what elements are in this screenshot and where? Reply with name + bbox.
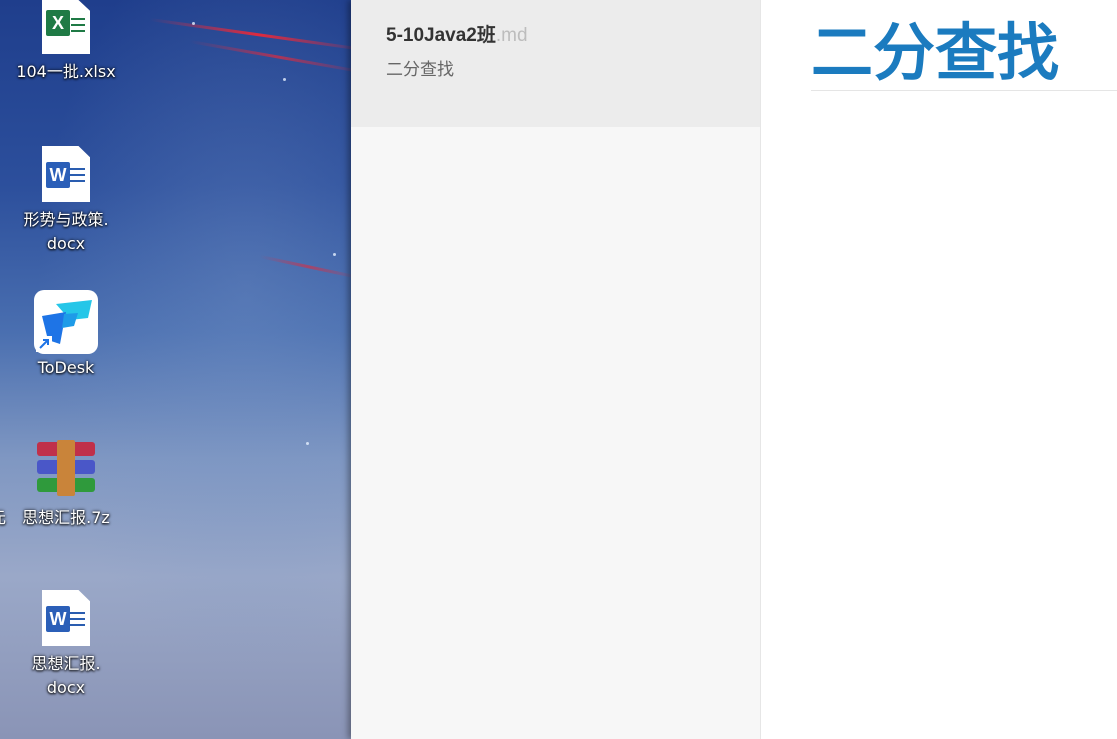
file-name-text: 5-10Java2班: [386, 25, 496, 46]
wallpaper-streak: [149, 18, 351, 52]
desktop-icon-excel-file[interactable]: X 104一批.xlsx: [11, 0, 121, 84]
file-name: 5-10Java2班.md: [386, 20, 760, 47]
desktop-icon-label: 思想汇报.7z: [22, 508, 110, 527]
wallpaper-sparkle: [306, 442, 309, 445]
wallpaper-sparkle: [283, 78, 286, 81]
wallpaper-sparkle: [192, 22, 195, 25]
desktop-icon-label: 思想汇报. docx: [31, 654, 101, 697]
word-file-icon: W: [42, 146, 90, 202]
document-heading[interactable]: 二分查找: [811, 16, 1117, 91]
archive-file-icon: [35, 440, 97, 496]
editor-pane[interactable]: 二分查找: [761, 0, 1117, 739]
desktop-icon-todesk[interactable]: ToDesk: [11, 290, 121, 380]
file-list-panel: 5-10Java2班.md 二分查找: [351, 0, 761, 739]
file-preview: 二分查找: [386, 60, 454, 80]
wallpaper-sparkle: [333, 253, 336, 256]
file-extension: .md: [495, 25, 528, 46]
desktop-icon-label-fragment: 元: [0, 506, 6, 530]
desktop-icon-label: ToDesk: [37, 358, 95, 377]
desktop-icon-archive-file[interactable]: 思想汇报.7z: [11, 440, 121, 530]
wallpaper-streak: [259, 255, 351, 279]
desktop-icon-label: 104一批.xlsx: [16, 62, 116, 81]
excel-file-icon: X: [42, 0, 90, 54]
word-file-icon: W: [42, 590, 90, 646]
desktop-icon-word-file[interactable]: W 形势与政策. docx: [11, 146, 121, 256]
file-list-item[interactable]: 5-10Java2班.md 二分查找: [351, 0, 760, 127]
desktop-icon-word-file[interactable]: W 思想汇报. docx: [11, 590, 121, 700]
desktop-background: X 104一批.xlsx W 形势与政策. docx ToDesk 思想汇报.7…: [0, 0, 351, 739]
desktop-icon-label: 形势与政策. docx: [23, 210, 109, 253]
todesk-app-icon: [34, 290, 98, 354]
